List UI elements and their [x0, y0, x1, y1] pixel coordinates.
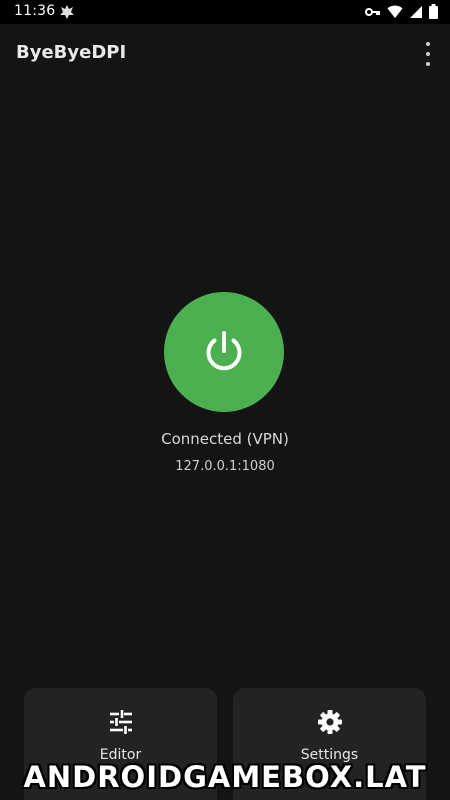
app-notification-icon — [60, 5, 74, 19]
status-icons — [365, 4, 438, 19]
status-time: 11:36 — [14, 3, 56, 19]
sliders-icon — [109, 710, 132, 734]
app-title: ByeByeDPI — [16, 42, 127, 63]
wifi-icon — [387, 5, 403, 18]
battery-icon — [429, 4, 438, 19]
connection-status: Connected (VPN) — [161, 430, 289, 448]
status-bar: 11:36 — [0, 0, 450, 24]
vpn-key-icon — [365, 7, 380, 16]
settings-button[interactable]: Settings — [233, 688, 426, 800]
editor-button[interactable]: Editor — [24, 688, 217, 800]
settings-label: Settings — [300, 747, 359, 763]
app-screen: 11:36 ByeByeDPI Connected (VPN) 127.0.0.… — [0, 0, 450, 800]
power-icon — [206, 331, 242, 371]
more-vert-icon[interactable] — [418, 40, 438, 68]
gear-icon — [317, 710, 342, 734]
signal-icon — [410, 5, 422, 18]
proxy-address: 127.0.0.1:1080 — [175, 459, 275, 474]
app-bar: ByeByeDPI — [0, 24, 450, 82]
editor-label: Editor — [99, 747, 142, 763]
power-button[interactable] — [164, 292, 284, 412]
